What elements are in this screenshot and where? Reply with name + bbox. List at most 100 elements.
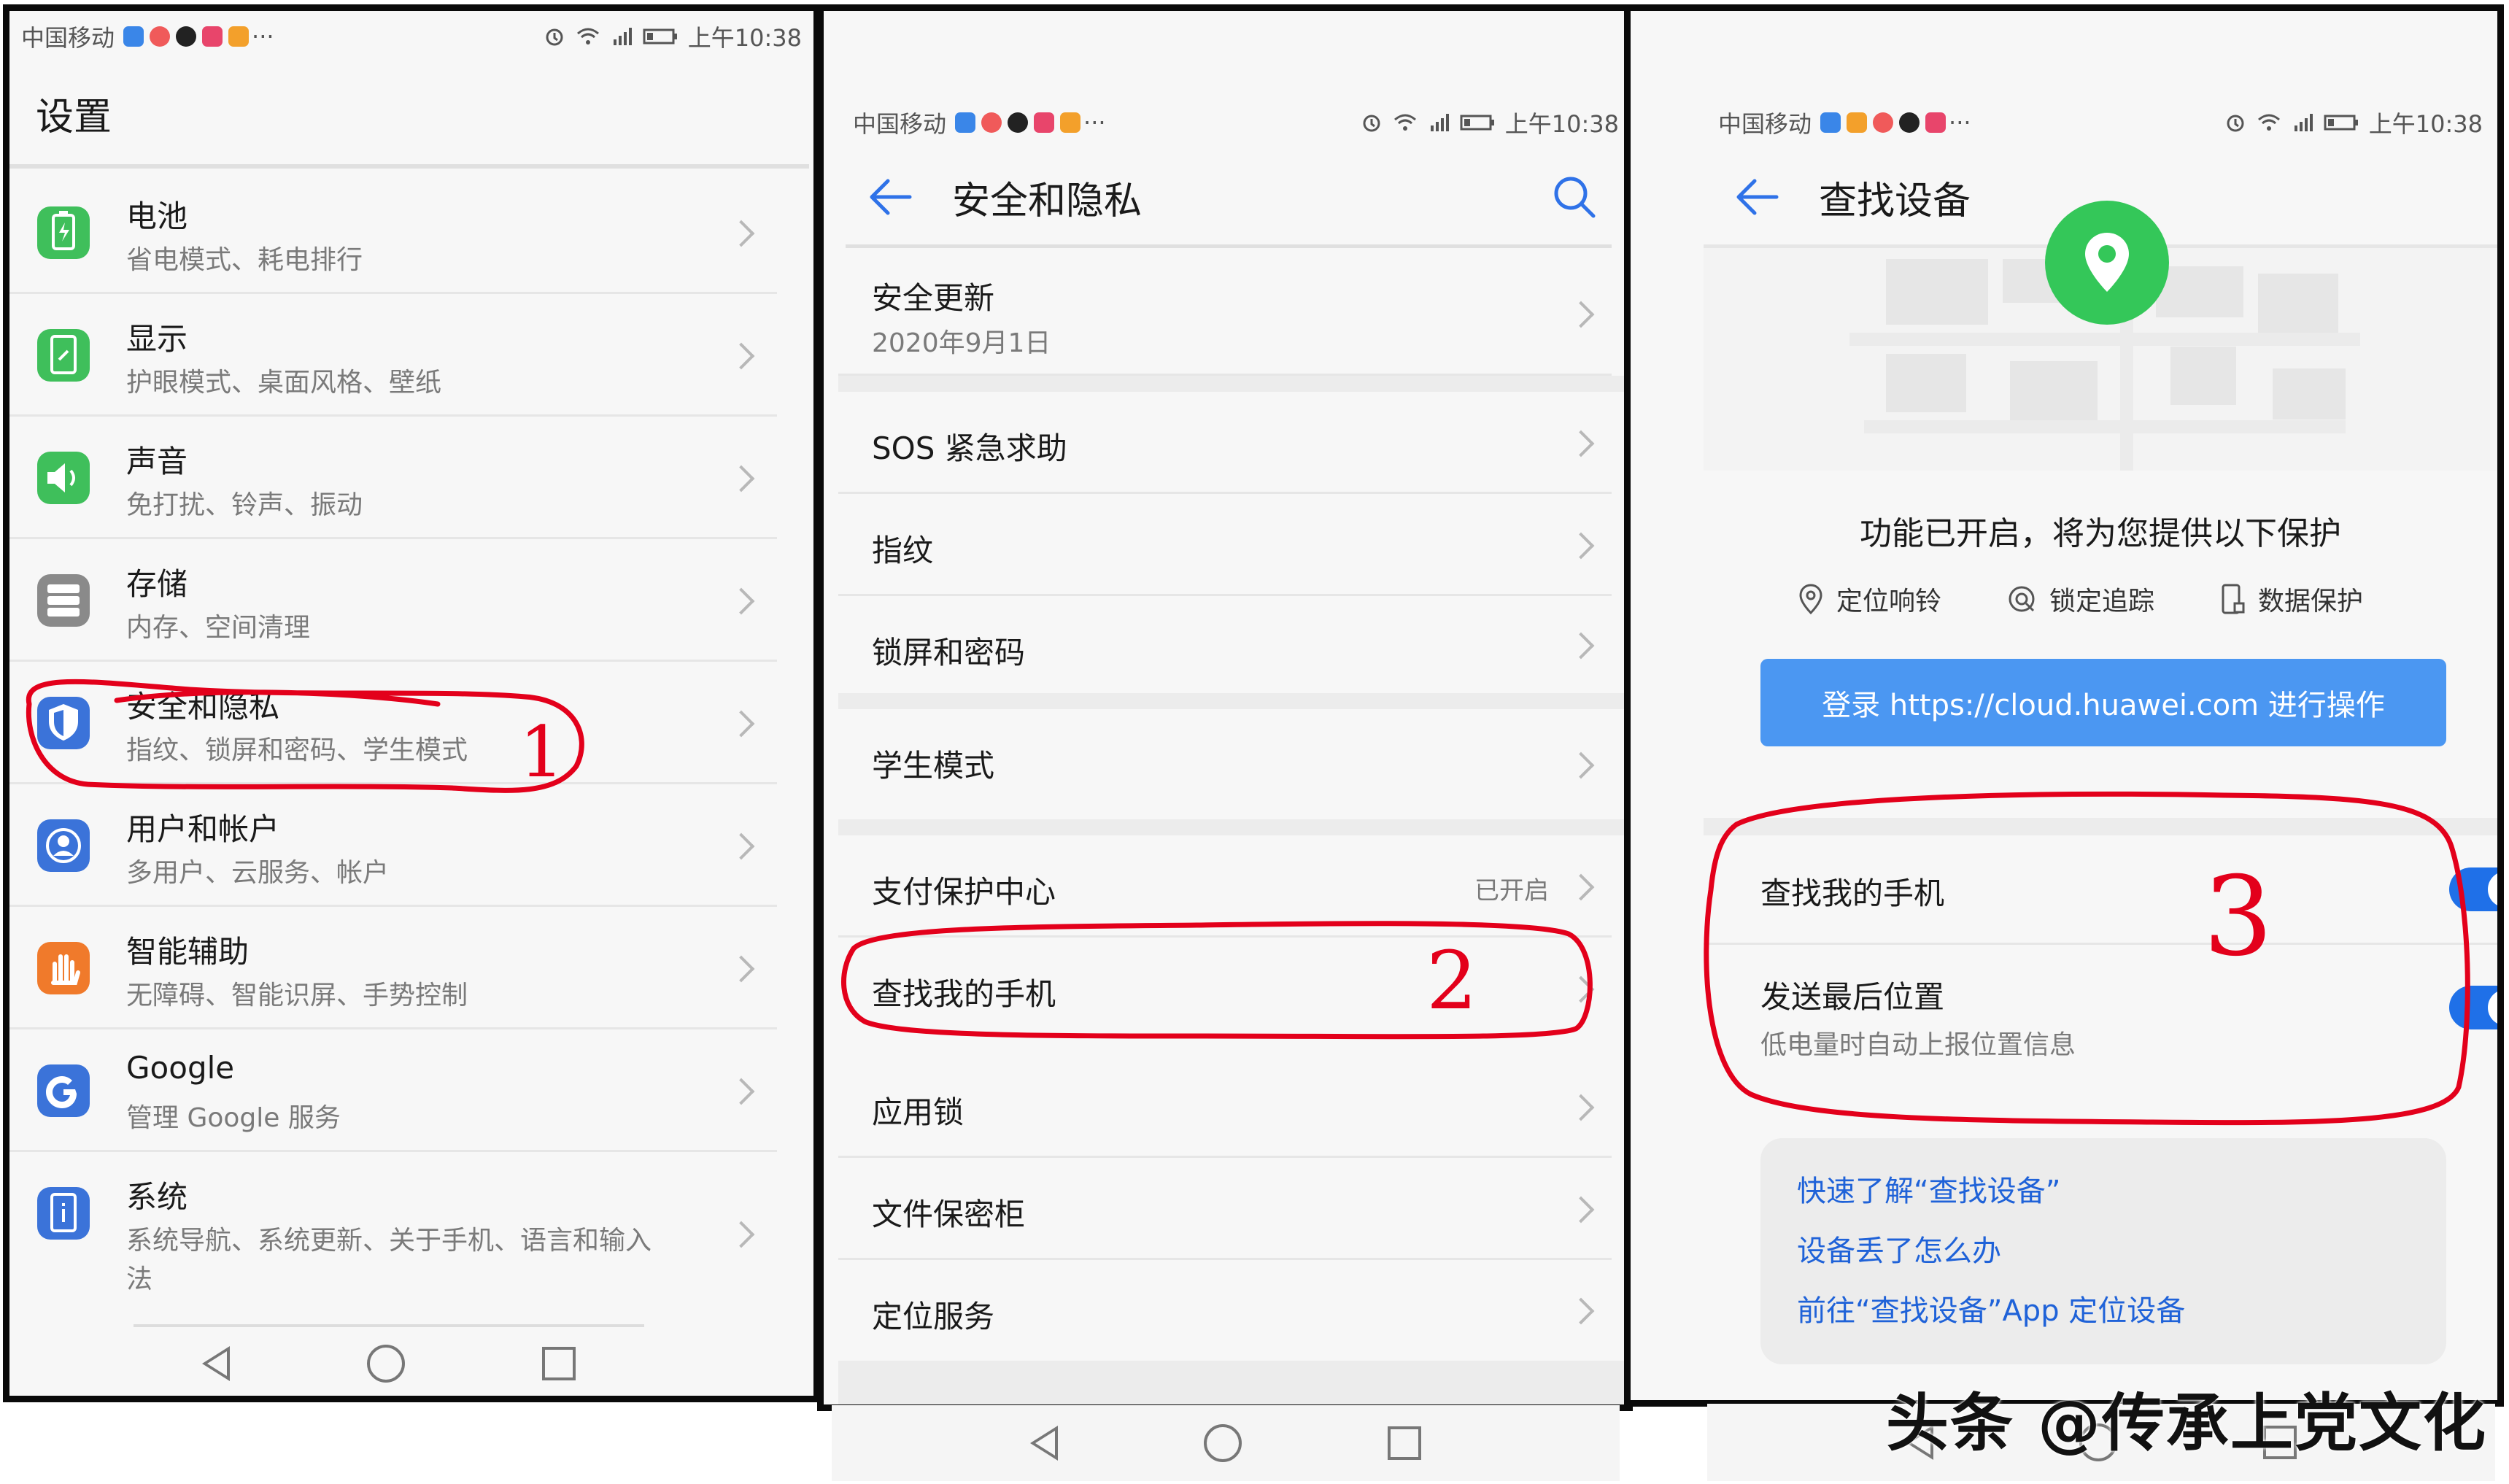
search-icon[interactable] — [1549, 171, 1600, 223]
settings-item-3[interactable]: 存储 内存、空间清理 — [9, 539, 777, 662]
settings-item-4[interactable]: 安全和隐私指纹、锁屏和密码、学生模式 — [9, 662, 777, 784]
sos-row[interactable]: SOS 紧急求助 — [838, 392, 1612, 494]
recent-apps-nav-icon[interactable] — [542, 1347, 576, 1380]
location-pin-icon — [2085, 233, 2129, 292]
chevron-right-icon — [727, 1221, 755, 1248]
home-nav-icon[interactable] — [1204, 1424, 1242, 1462]
chevron-right-icon — [727, 465, 755, 492]
settings-item-subtitle: 指纹、锁屏和密码、学生模式 — [126, 735, 468, 765]
settings-item-5[interactable]: 用户和帐户 多用户、云服务、帐户 — [9, 784, 777, 907]
settings-panel: 中国移动 ··· 上午10:38 设置 电池 省电模式、耗电排行 显示 护眼模式、桌面… — [3, 4, 820, 1402]
lockscreen-password-row[interactable]: 锁屏和密码 — [838, 596, 1612, 693]
security-privacy-panel: 中国移动 ··· 上午10:38 安全和隐私 安全更新 2020年9月1日 SOS … — [817, 4, 1633, 1411]
help-link[interactable]: 快速了解“查找设备” — [1797, 1167, 2060, 1210]
display-icon — [37, 329, 90, 382]
chevron-right-icon — [1567, 301, 1595, 328]
settings-item-2[interactable]: 声音 免打扰、铃声、振动 — [9, 417, 777, 539]
row-subtitle: 2020年9月1日 — [872, 328, 1051, 358]
help-links-card: 快速了解“查找设备” 设备丢了怎么办 前往“查找设备”App 定位设备 — [1760, 1138, 2446, 1364]
more-notifications-icon: ··· — [252, 23, 274, 50]
data-protection-icon — [2222, 584, 2245, 614]
chevron-right-icon — [727, 1078, 755, 1105]
settings-item-subtitle: 多用户、云服务、帐户 — [126, 858, 390, 888]
signal-icon — [1430, 114, 1449, 131]
battery-status-icon — [2324, 115, 2358, 131]
app-notification-icon — [150, 26, 171, 47]
chevron-right-icon — [1567, 1297, 1595, 1325]
settings-item-subtitle: 省电模式、耗电排行 — [126, 245, 363, 275]
signal-icon — [2294, 114, 2313, 131]
back-nav-icon[interactable] — [202, 1346, 230, 1381]
settings-item-1[interactable]: 显示 护眼模式、桌面风格、壁纸 — [9, 294, 777, 417]
section-gap — [838, 1361, 1626, 1404]
settings-item-0[interactable]: 电池省电模式、耗电排行 — [9, 171, 777, 294]
recent-apps-nav-icon[interactable] — [1388, 1426, 1421, 1460]
security-update-row[interactable]: 安全更新 2020年9月1日 — [838, 252, 1612, 376]
chevron-right-icon — [1567, 1094, 1595, 1121]
back-arrow-icon[interactable] — [866, 175, 917, 219]
payment-protection-row[interactable]: 支付保护中心 已开启 — [838, 835, 1612, 938]
row-title: 文件保密柜 — [872, 1197, 1026, 1232]
chevron-right-icon — [727, 220, 755, 247]
help-link[interactable]: 前往“查找设备”App 定位设备 — [1797, 1287, 2185, 1329]
send-last-location-row[interactable]: 发送最后位置 低电量时自动上报位置信息 — [1704, 945, 2497, 1091]
app-notification-icon — [1008, 112, 1029, 133]
settings-item-title: 安全和隐私 — [126, 689, 280, 724]
help-link[interactable]: 设备丢了怎么办 — [1797, 1227, 2001, 1269]
system-nav-bar — [832, 1405, 1620, 1481]
carrier-label: 中国移动 — [21, 24, 115, 52]
row-title: 应用锁 — [872, 1094, 964, 1130]
user-icon — [37, 819, 90, 872]
status-bar: 中国移动 ··· 上午10:38 — [824, 97, 1626, 148]
chevron-right-icon — [727, 342, 755, 370]
battery-icon — [37, 206, 90, 259]
system-nav-bar — [134, 1324, 644, 1396]
settings-item-title: 存储 — [126, 566, 188, 602]
row-title: 学生模式 — [872, 748, 995, 784]
send-last-location-toggle[interactable] — [2449, 986, 2497, 1029]
settings-item-6[interactable]: 智能辅助 无障碍、智能识屏、手势控制 — [9, 907, 777, 1029]
file-safe-row[interactable]: 文件保密柜 — [838, 1158, 1612, 1260]
battery-status-icon — [1460, 115, 1494, 131]
back-arrow-icon[interactable] — [1733, 175, 1784, 219]
find-my-phone-toggle[interactable] — [2449, 867, 2497, 911]
login-cloud-button[interactable]: 登录 https://cloud.huawei.com 进行操作 — [1760, 659, 2446, 746]
settings-item-subtitle: 内存、空间清理 — [126, 613, 311, 643]
settings-item-title: 系统 — [126, 1179, 188, 1215]
settings-item-title: Google — [126, 1050, 235, 1086]
app-lock-row[interactable]: 应用锁 — [838, 1056, 1612, 1158]
annotation-label: 1 — [519, 711, 565, 793]
home-nav-icon[interactable] — [367, 1345, 405, 1383]
settings-item-7[interactable]: Google 管理 Google 服务 — [9, 1029, 777, 1152]
app-notification-icon — [228, 26, 250, 47]
carrier-label: 中国移动 — [853, 110, 947, 138]
clock: 上午10:38 — [687, 24, 802, 52]
student-mode-row[interactable]: 学生模式 — [838, 709, 1612, 819]
location-services-row[interactable]: 定位服务 — [838, 1260, 1612, 1361]
system-info-icon — [37, 1187, 90, 1240]
settings-item-title: 电池 — [126, 198, 188, 234]
back-nav-icon[interactable] — [1030, 1426, 1058, 1461]
row-title: 定位服务 — [872, 1299, 995, 1334]
clock: 上午10:38 — [2368, 110, 2483, 138]
fingerprint-row[interactable]: 指纹 — [838, 494, 1612, 596]
row-title: 指纹 — [872, 533, 934, 568]
storage-icon — [37, 574, 90, 627]
app-notification-icon — [1847, 112, 1868, 133]
app-notification-icon — [1873, 112, 1894, 133]
chevron-right-icon — [1567, 632, 1595, 659]
settings-item-subtitle: 法 — [126, 1264, 153, 1294]
find-my-phone-row[interactable]: 查找我的手机 — [838, 938, 1612, 1040]
find-my-phone-row[interactable]: 查找我的手机 — [1704, 835, 2497, 945]
status-bar: 中国移动 ··· 上午10:38 — [1631, 97, 2497, 148]
shield-icon — [37, 697, 90, 749]
settings-item-8[interactable]: 系统 系统导航、系统更新、关于手机、语言和输入法 — [9, 1152, 777, 1320]
chevron-right-icon — [727, 832, 755, 860]
settings-item-title: 显示 — [126, 321, 188, 357]
app-notification-icon — [1034, 112, 1055, 133]
feature-list: 定位响铃 锁定追踪 数据保护 — [1798, 580, 2363, 618]
chevron-right-icon — [1567, 1196, 1595, 1224]
annotation-label: 3 — [2203, 854, 2273, 981]
chevron-right-icon — [727, 955, 755, 983]
more-notifications-icon: ··· — [1949, 109, 1971, 136]
